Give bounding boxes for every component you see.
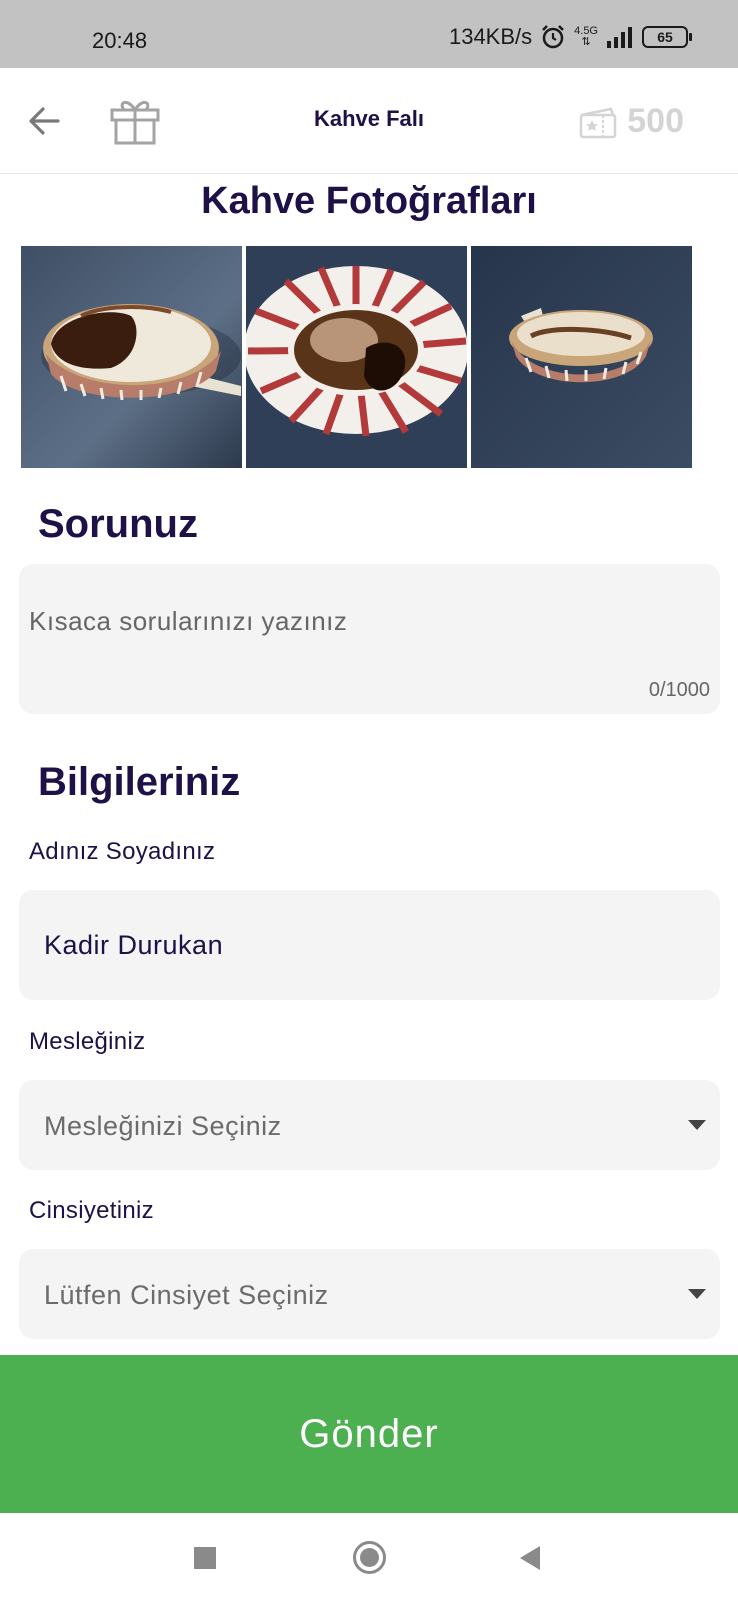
home-icon[interactable]	[353, 1541, 386, 1574]
status-indicators: 134KB/s 4.5G ⇅ 65	[448, 24, 692, 50]
data-arrows-icon: ⇅	[581, 36, 591, 48]
gender-dropdown[interactable]: Lütfen Cinsiyet Seçiniz	[19, 1249, 720, 1339]
job-label: Mesleğiniz	[29, 1028, 146, 1055]
question-textarea[interactable]: Kısaca sorularınızı yazınız 0/1000	[19, 564, 720, 714]
name-field[interactable]: Kadir Durukan	[19, 890, 720, 1000]
alarm-icon	[542, 25, 565, 49]
network-type: 4.5G ⇅	[574, 25, 598, 48]
question-section-title: Sorunuz	[38, 502, 198, 546]
photos-title: Kahve Fotoğrafları	[201, 180, 537, 222]
gender-placeholder: Lütfen Cinsiyet Seçiniz	[44, 1280, 329, 1310]
chevron-down-icon	[688, 1289, 706, 1299]
status-bar: 20:48 134KB/s 4.5G ⇅ 65	[0, 0, 738, 68]
battery-icon: 65	[642, 26, 692, 48]
ticket-star-icon	[580, 107, 617, 138]
status-time: 20:48	[92, 28, 148, 53]
question-placeholder: Kısaca sorularınızı yazınız	[29, 606, 348, 636]
coffee-photo-3[interactable]	[471, 246, 692, 468]
coffee-photo-2[interactable]	[246, 246, 467, 468]
job-placeholder: Mesleğinizi Seçiniz	[44, 1111, 282, 1141]
photo-gallery	[21, 246, 692, 468]
network-speed: 134KB/s	[448, 24, 533, 49]
credits-balance[interactable]: 500	[579, 102, 684, 141]
gender-label: Cinsiyetiniz	[29, 1197, 154, 1224]
info-section-title: Bilgileriniz	[38, 760, 241, 804]
submit-button[interactable]: Gönder	[0, 1355, 738, 1513]
coffee-photo-1[interactable]	[21, 246, 242, 468]
character-counter: 0/1000	[648, 679, 710, 701]
system-nav-bar	[0, 1513, 738, 1600]
recents-icon[interactable]	[194, 1547, 216, 1569]
app-bar: Kahve Falı 500	[0, 68, 738, 174]
credits-value: 500	[627, 102, 684, 140]
chevron-down-icon	[688, 1120, 706, 1130]
name-value: Kadir Durukan	[44, 930, 224, 960]
system-back-icon[interactable]	[520, 1546, 540, 1570]
name-label: Adınız Soyadınız	[29, 838, 216, 865]
signal-icon	[607, 27, 632, 48]
job-dropdown[interactable]: Mesleğinizi Seçiniz	[19, 1080, 720, 1170]
